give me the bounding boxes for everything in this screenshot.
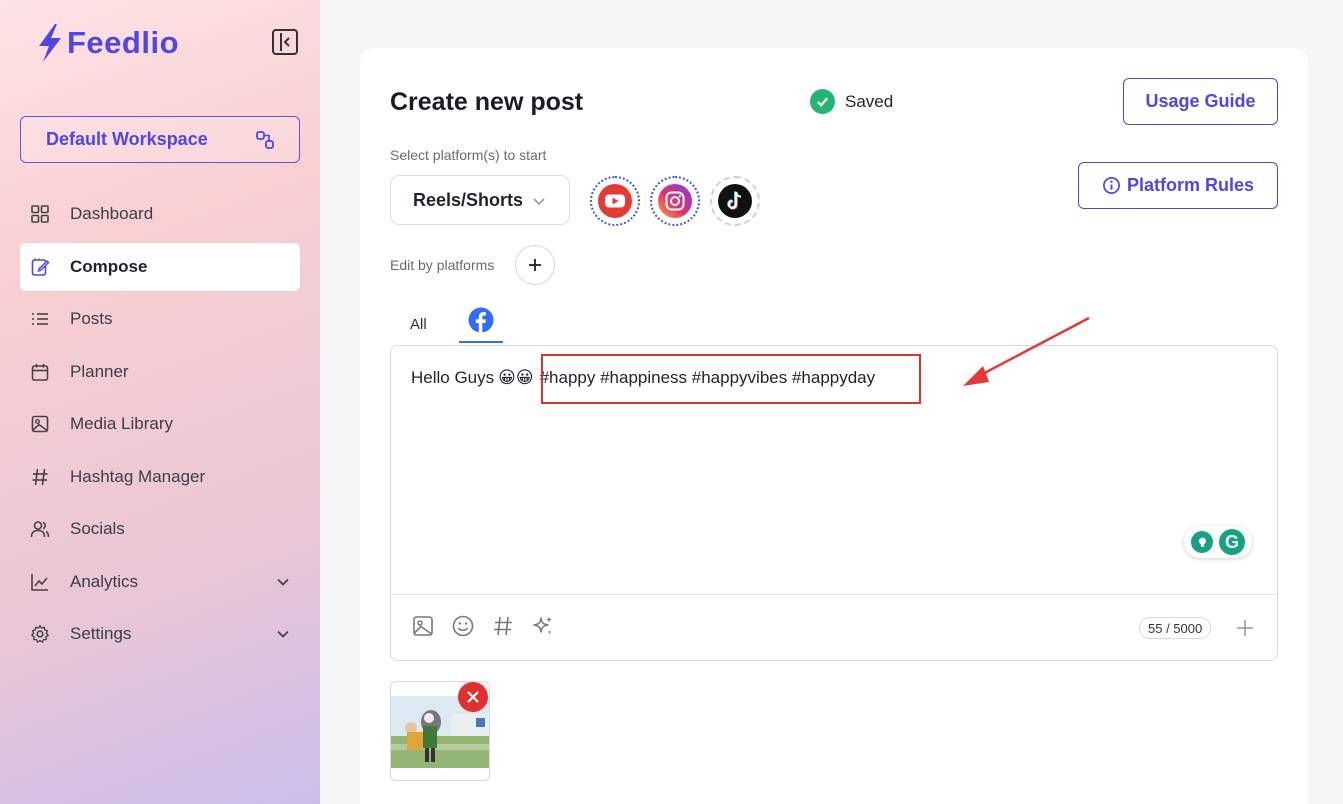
platform-tabs: All xyxy=(410,304,503,343)
sidebar-item-label: Settings xyxy=(70,624,132,643)
saved-label: Saved xyxy=(845,91,894,111)
plus-icon xyxy=(529,259,541,271)
sidebar-item-label: Dashboard xyxy=(70,204,154,223)
grammarly-widget[interactable]: G xyxy=(1184,526,1252,558)
tab-facebook[interactable] xyxy=(459,304,503,343)
lightbulb-icon xyxy=(1191,531,1213,553)
sidebar-item-label: Socials xyxy=(70,519,125,538)
editor-add-button[interactable] xyxy=(1233,616,1257,640)
char-counter: 55 / 5000 xyxy=(1139,617,1212,639)
facebook-icon xyxy=(468,307,494,333)
info-icon xyxy=(1103,177,1120,194)
usage-guide-button[interactable]: Usage Guide xyxy=(1123,78,1278,125)
add-platform-edit-button[interactable] xyxy=(515,245,555,285)
bolt-logo-icon xyxy=(39,24,61,62)
edit-icon xyxy=(30,257,50,277)
users-icon xyxy=(30,519,50,539)
sidebar-item-analytics[interactable]: Analytics xyxy=(20,558,300,606)
sidebar-item-settings[interactable]: Settings xyxy=(20,610,300,658)
sidebar-item-label: Analytics xyxy=(70,571,139,591)
switch-workspace-icon xyxy=(256,130,274,149)
post-text-prefix: Hello Guys xyxy=(411,368,495,387)
sidebar-item-compose[interactable]: Compose xyxy=(20,242,300,291)
platform-youtube[interactable] xyxy=(590,176,640,226)
post-type-value: Reels/Shorts xyxy=(413,189,524,210)
annotation-arrow-icon xyxy=(963,316,1090,386)
chart-icon xyxy=(30,572,50,592)
workspace-label: Default Workspace xyxy=(46,129,208,149)
grid-icon xyxy=(30,204,50,224)
chevron-down-icon xyxy=(277,630,289,638)
post-editor[interactable]: Hello Guys 😀😀 #happy #happiness #happyvi… xyxy=(390,316,1278,661)
platform-instagram[interactable] xyxy=(650,176,700,226)
platform-rules-button[interactable]: Platform Rules xyxy=(1078,162,1278,209)
tiktok-icon xyxy=(716,182,754,220)
sidebar-item-label: Planner xyxy=(70,361,129,381)
hash-icon xyxy=(30,467,50,487)
sidebar-item-label: Media Library xyxy=(70,414,173,433)
collapse-icon xyxy=(280,33,290,51)
instagram-icon xyxy=(656,182,694,220)
saved-status: Saved xyxy=(810,89,893,114)
gear-icon xyxy=(30,624,50,644)
collapse-sidebar-button[interactable] xyxy=(272,29,298,55)
list-icon xyxy=(30,309,50,329)
sidebar-item-planner[interactable]: Planner xyxy=(20,348,300,396)
check-circle-icon xyxy=(810,89,835,114)
calendar-icon xyxy=(30,362,50,382)
sidebar-item-dashboard[interactable]: Dashboard xyxy=(20,190,300,238)
image-upload-icon[interactable] xyxy=(411,614,435,638)
emoji-icon[interactable] xyxy=(451,614,475,638)
chevron-down-icon xyxy=(277,578,289,586)
emoji-text: 😀😀 xyxy=(498,368,534,387)
tab-all[interactable]: All xyxy=(410,305,448,343)
workspace-switcher[interactable]: Default Workspace xyxy=(20,116,300,163)
sidebar-item-label: Compose xyxy=(70,256,148,276)
logo[interactable]: Feedlio xyxy=(33,22,179,64)
sidebar-item-label: Hashtag Manager xyxy=(70,466,206,486)
sidebar-item-media-library[interactable]: Media Library xyxy=(20,400,300,448)
image-icon xyxy=(30,414,50,434)
compose-card: Create new post Saved Usage Guide Platfo… xyxy=(360,48,1308,804)
platform-rules-label: Platform Rules xyxy=(1126,175,1255,195)
editor-divider xyxy=(391,594,1277,595)
sidebar-nav: Dashboard Compose Posts Planner Media Li… xyxy=(20,190,300,663)
hashtag-icon[interactable] xyxy=(491,614,515,638)
page-title: Create new post xyxy=(390,88,584,116)
edit-by-platforms-label: Edit by platforms xyxy=(390,257,495,273)
sidebar-item-hashtag-manager[interactable]: Hashtag Manager xyxy=(20,453,300,501)
sidebar-item-socials[interactable]: Socials xyxy=(20,505,300,553)
sidebar-item-posts[interactable]: Posts xyxy=(20,295,300,343)
select-platform-label: Select platform(s) to start xyxy=(390,147,547,163)
plus-icon xyxy=(1237,620,1253,636)
post-type-dropdown[interactable]: Reels/Shorts xyxy=(390,175,570,225)
close-icon xyxy=(467,691,479,703)
usage-guide-label: Usage Guide xyxy=(1145,91,1256,111)
highlight-box xyxy=(541,354,921,404)
platform-tiktok[interactable] xyxy=(710,176,760,226)
grammarly-logo-icon: G xyxy=(1219,529,1245,555)
chevron-down-icon xyxy=(533,198,545,206)
sidebar-item-label: Posts xyxy=(70,309,113,328)
sidebar: Feedlio Default Workspace Dashboard Comp… xyxy=(0,0,320,804)
editor-toolbar xyxy=(411,614,555,638)
remove-media-button[interactable] xyxy=(458,682,488,712)
ai-sparkle-icon[interactable] xyxy=(531,614,555,638)
logo-text: Feedlio xyxy=(67,25,180,60)
youtube-icon xyxy=(596,182,634,220)
